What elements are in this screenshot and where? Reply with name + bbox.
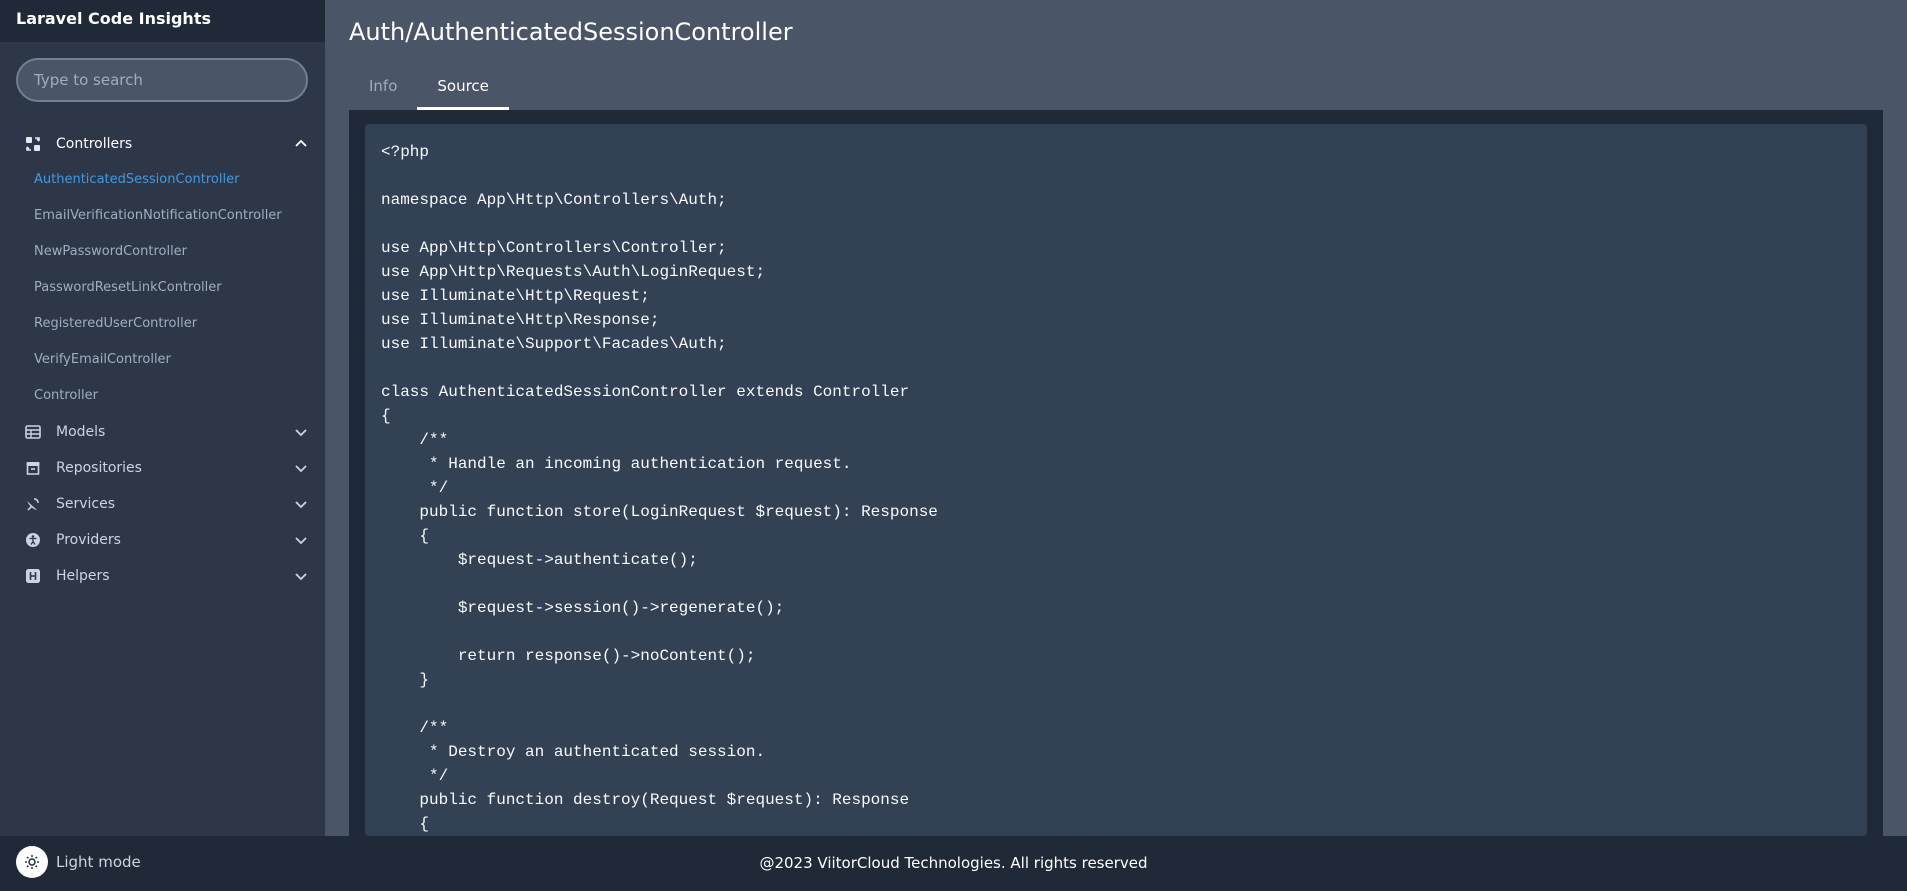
sidebar-item-registeredusercontroller[interactable]: RegisteredUserController bbox=[0, 306, 325, 342]
sidebar-group-models[interactable]: Models bbox=[0, 414, 325, 450]
sidebar-item-controller[interactable]: Controller bbox=[0, 378, 325, 414]
sidebar-item-emailverificationnotificationcontroller[interactable]: EmailVerificationNotificationController bbox=[0, 198, 325, 234]
source-code: <?php namespace App\Http\Controllers\Aut… bbox=[381, 143, 938, 833]
code-viewer[interactable]: <?php namespace App\Http\Controllers\Aut… bbox=[365, 124, 1867, 836]
page-title: Auth/AuthenticatedSessionController bbox=[349, 18, 793, 46]
sidebar-group-services[interactable]: Services bbox=[0, 486, 325, 522]
tab-source[interactable]: Source bbox=[417, 62, 509, 110]
chevron-down-icon bbox=[293, 568, 309, 584]
chevron-up-icon bbox=[293, 136, 309, 152]
sidebar-item-verifyemailcontroller[interactable]: VerifyEmailController bbox=[0, 342, 325, 378]
archive-icon bbox=[24, 459, 42, 477]
search-container bbox=[0, 42, 325, 118]
sidebar-group-label: Models bbox=[56, 424, 106, 440]
sidebar-item-newpasswordcontroller[interactable]: NewPasswordController bbox=[0, 234, 325, 270]
main-content: Auth/AuthenticatedSessionController Info… bbox=[325, 0, 1907, 836]
sidebar-group-repositories[interactable]: Repositories bbox=[0, 450, 325, 486]
sidebar-group-helpers[interactable]: Helpers bbox=[0, 558, 325, 594]
controllers-icon bbox=[24, 135, 42, 153]
sidebar-nav: Controllers AuthenticatedSessionControll… bbox=[0, 118, 325, 594]
accessibility-icon bbox=[24, 531, 42, 549]
tab-bar: Info Source bbox=[349, 62, 509, 110]
sidebar-item-passwordresetlinkcontroller[interactable]: PasswordResetLinkController bbox=[0, 270, 325, 306]
sidebar-group-label: Repositories bbox=[56, 460, 142, 476]
table-icon bbox=[24, 423, 42, 441]
satellite-dish-icon bbox=[24, 495, 42, 513]
sidebar-group-controllers[interactable]: Controllers bbox=[0, 126, 325, 162]
app-title: Laravel Code Insights bbox=[0, 0, 325, 42]
footer: Light mode @2023 ViitorCloud Technologie… bbox=[0, 836, 1907, 891]
helper-h-icon bbox=[24, 567, 42, 585]
copyright-text: @2023 ViitorCloud Technologies. All righ… bbox=[759, 854, 1148, 872]
chevron-down-icon bbox=[293, 532, 309, 548]
sidebar-group-label: Helpers bbox=[56, 568, 110, 584]
chevron-down-icon bbox=[293, 460, 309, 476]
source-panel: <?php namespace App\Http\Controllers\Aut… bbox=[349, 110, 1883, 836]
sidebar: Laravel Code Insights Controllers Authen… bbox=[0, 0, 325, 836]
chevron-down-icon bbox=[293, 496, 309, 512]
sidebar-group-providers[interactable]: Providers bbox=[0, 522, 325, 558]
search-input[interactable] bbox=[16, 58, 308, 102]
sidebar-group-label: Providers bbox=[56, 532, 121, 548]
sidebar-group-label: Services bbox=[56, 496, 116, 512]
chevron-down-icon bbox=[293, 424, 309, 440]
tab-info[interactable]: Info bbox=[349, 62, 417, 110]
sidebar-item-authenticatedsessioncontroller[interactable]: AuthenticatedSessionController bbox=[0, 162, 325, 198]
sidebar-group-label: Controllers bbox=[56, 136, 133, 152]
